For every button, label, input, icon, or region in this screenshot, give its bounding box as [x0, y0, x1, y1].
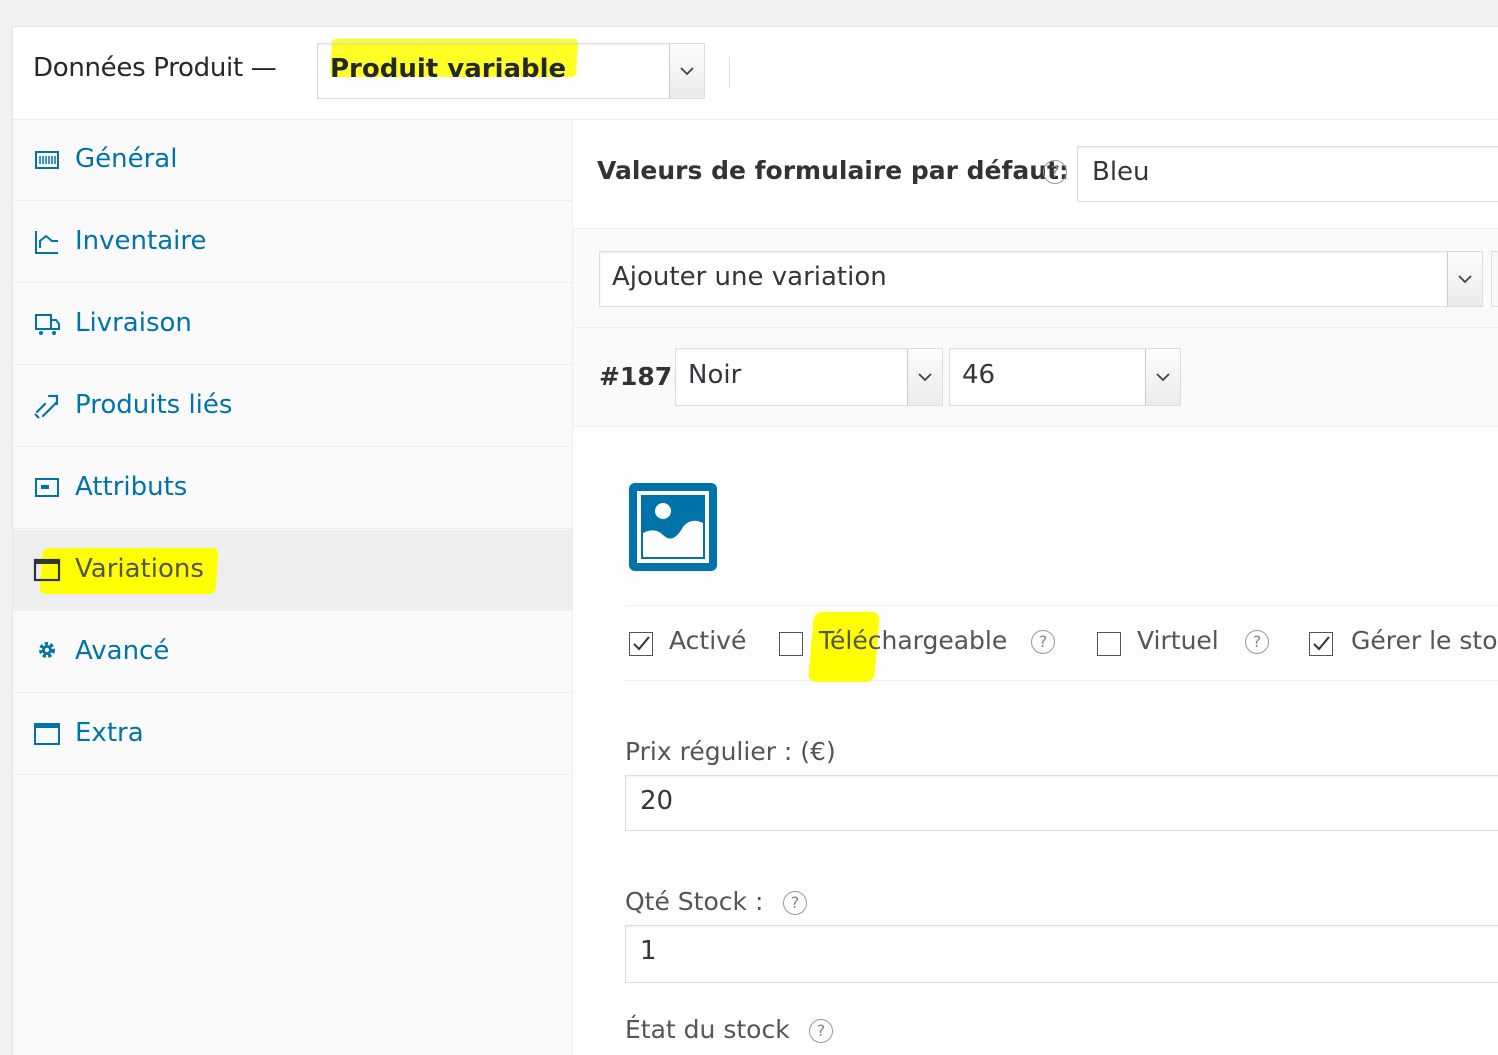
window-icon: [34, 723, 60, 745]
help-icon[interactable]: ?: [1245, 630, 1269, 654]
product-data-panel: Données Produit — Produit variable Génér…: [12, 26, 1498, 1055]
add-variation-value: Ajouter une variation: [612, 262, 887, 292]
tab-label: Avancé: [75, 636, 170, 666]
tab-extra[interactable]: Extra: [13, 694, 572, 775]
variations-icon: [33, 558, 61, 582]
default-form-value: Bleu: [1092, 157, 1150, 187]
tab-label: Variations: [75, 554, 204, 584]
variation-color-select[interactable]: Noir: [675, 348, 943, 406]
shipping-icon: [35, 314, 60, 335]
default-form-values-row: Valeurs de formulaire par défaut: ? Bleu: [573, 120, 1498, 229]
enabled-label: Activé: [669, 626, 747, 655]
regular-price-label: Prix régulier : (€): [625, 737, 836, 766]
image-placeholder-icon[interactable]: [629, 483, 717, 571]
inventory-icon: [35, 231, 58, 254]
tab-variations[interactable]: Variations: [13, 530, 572, 611]
regular-price-value: 20: [640, 786, 674, 816]
help-icon[interactable]: ?: [1043, 160, 1067, 184]
variation-body: Activé Téléchargeable ? Virtuel ? Gérer …: [573, 427, 1498, 1055]
stock-qty-input[interactable]: 1: [625, 925, 1498, 983]
tab-general[interactable]: Général: [13, 120, 572, 201]
add-variation-select[interactable]: Ajouter une variation: [599, 251, 1483, 307]
stock-status-label: État du stock: [625, 1015, 790, 1044]
virtual-checkbox[interactable]: [1097, 632, 1121, 656]
tab-attributes[interactable]: Attributs: [13, 448, 572, 529]
attributes-icon: [35, 478, 59, 497]
gear-icon: [39, 642, 55, 658]
header-divider: [729, 57, 730, 89]
tab-inventory[interactable]: Inventaire: [13, 202, 572, 283]
variation-size-select[interactable]: 46: [949, 348, 1181, 406]
enabled-checkbox[interactable]: [629, 632, 653, 656]
tab-label: Livraison: [75, 308, 192, 338]
product-type-select[interactable]: Produit variable: [317, 43, 705, 99]
link-icon: [34, 394, 59, 419]
variations-panel: Valeurs de formulaire par défaut: ? Bleu…: [573, 120, 1498, 1055]
chevron-down-icon: [669, 44, 704, 98]
help-icon[interactable]: ?: [809, 1019, 833, 1043]
help-icon[interactable]: ?: [783, 891, 807, 915]
default-form-values-label: Valeurs de formulaire par défaut:: [597, 156, 1070, 185]
product-data-tabs: Général Inventaire Livraison Produits li…: [13, 120, 573, 1055]
go-button[interactable]: [1491, 251, 1498, 307]
product-type-value: Produit variable: [330, 54, 567, 84]
tab-label: Général: [75, 144, 178, 174]
help-icon[interactable]: ?: [1031, 630, 1055, 654]
general-icon: [35, 151, 59, 169]
chevron-down-icon: [1145, 349, 1180, 405]
variation-id: #187:: [599, 362, 683, 391]
downloadable-checkbox[interactable]: [779, 632, 803, 656]
tab-linked-products[interactable]: Produits liés: [13, 366, 572, 447]
tab-shipping[interactable]: Livraison: [13, 284, 572, 365]
tab-label: Extra: [75, 718, 144, 748]
product-data-title: Données Produit —: [33, 53, 277, 83]
tab-label: Attributs: [75, 472, 188, 502]
tab-label: Inventaire: [75, 226, 207, 256]
manage-stock-checkbox[interactable]: [1309, 632, 1333, 656]
add-variation-row: Ajouter une variation: [573, 229, 1498, 328]
manage-stock-label: Gérer le stoc: [1351, 626, 1498, 655]
tab-advanced[interactable]: Avancé: [13, 612, 572, 693]
regular-price-input[interactable]: 20: [625, 775, 1498, 831]
product-data-header: Données Produit — Produit variable: [13, 27, 1498, 120]
variation-size-value: 46: [962, 360, 996, 390]
variation-options-row: Activé Téléchargeable ? Virtuel ? Gérer …: [625, 605, 1498, 682]
chevron-down-icon: [907, 349, 942, 405]
variation-header-row: #187: Noir 46: [573, 328, 1498, 427]
chevron-down-icon: [1447, 252, 1482, 306]
stock-qty-value: 1: [640, 936, 657, 966]
default-form-value-select[interactable]: Bleu: [1077, 146, 1498, 202]
variation-color-value: Noir: [688, 360, 742, 390]
tab-label: Produits liés: [75, 390, 233, 420]
stock-qty-label: Qté Stock :: [625, 887, 764, 916]
virtual-label: Virtuel: [1137, 626, 1219, 655]
downloadable-label: Téléchargeable: [819, 626, 1008, 655]
